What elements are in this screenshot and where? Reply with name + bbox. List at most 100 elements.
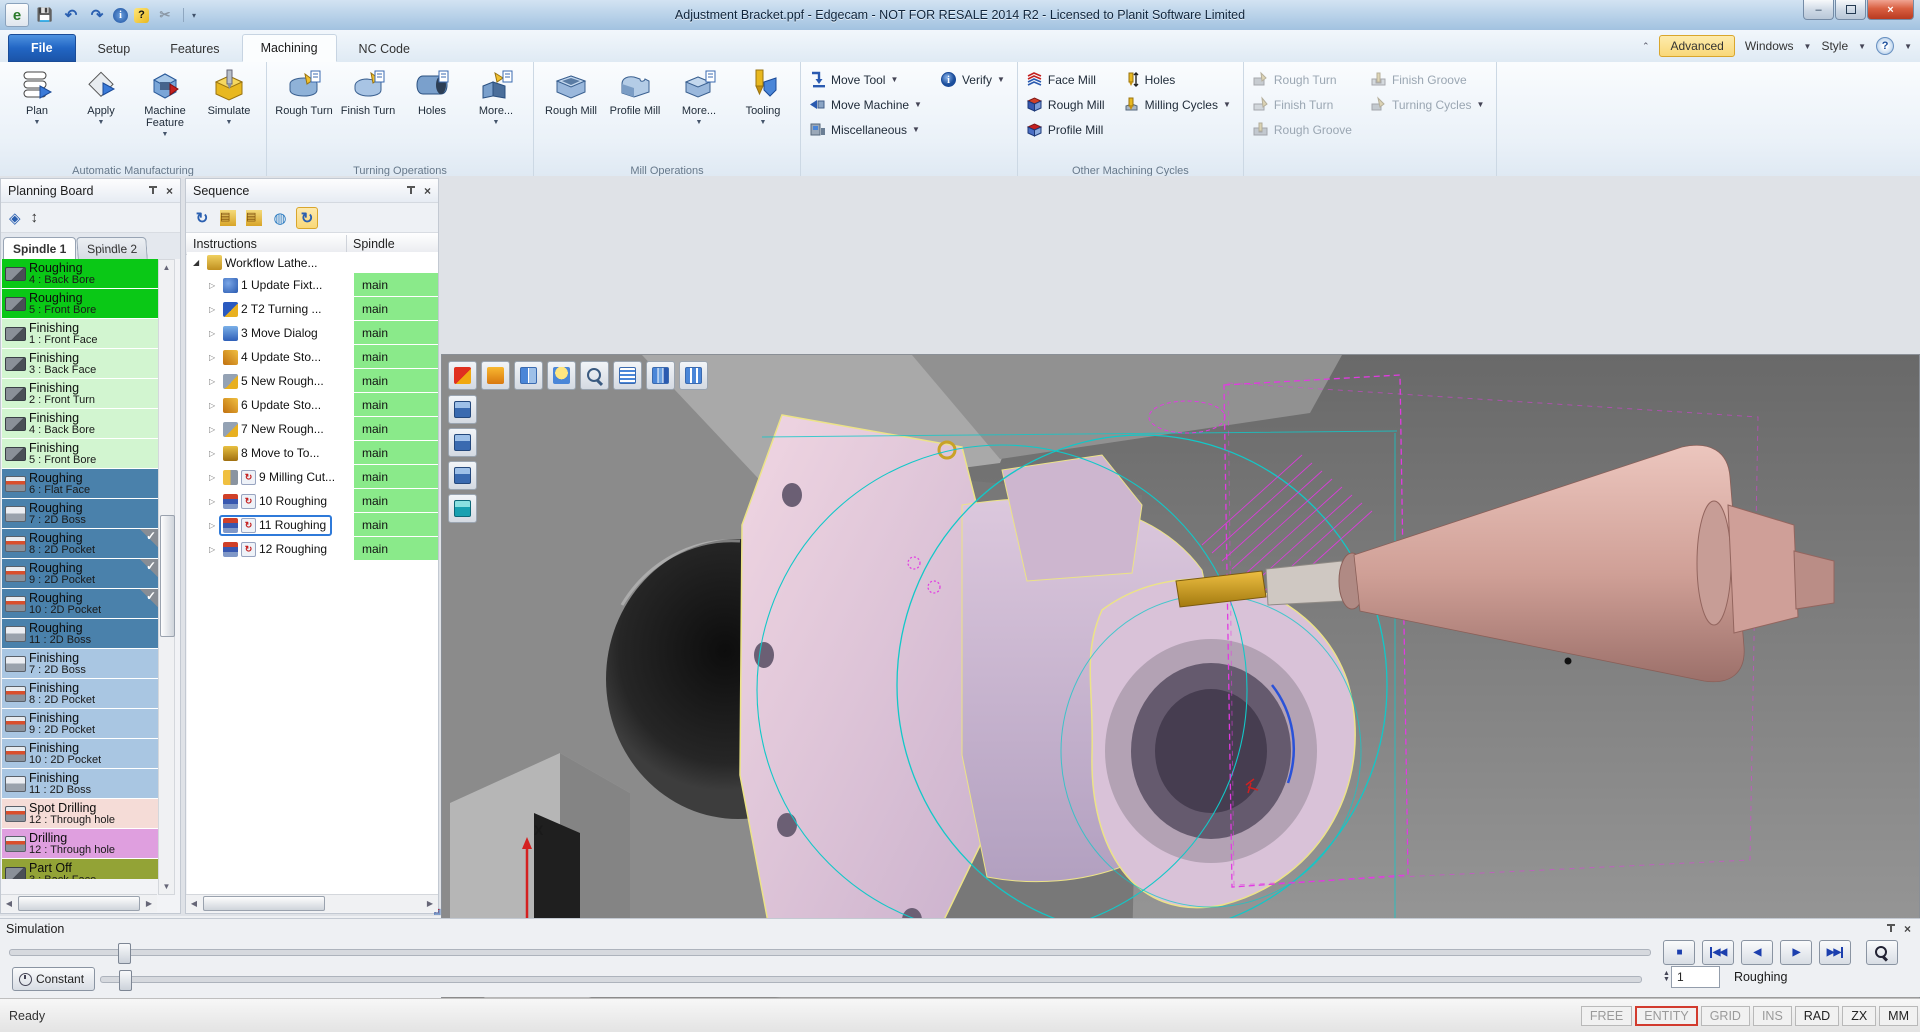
operation-item[interactable]: Finishing 10 : 2D Pocket ✓ <box>2 739 158 768</box>
close-panel-icon[interactable]: × <box>1901 922 1914 936</box>
speed-slider[interactable] <box>100 976 1642 983</box>
tab-nc-code[interactable]: NC Code <box>341 36 428 62</box>
expand-arrow-icon[interactable] <box>209 377 221 386</box>
edgecam-logo-icon[interactable]: e <box>5 3 29 27</box>
operation-item[interactable]: Roughing 8 : 2D Pocket ✓ <box>2 529 158 558</box>
render-mode-button[interactable] <box>547 361 576 390</box>
operation-item[interactable]: Finishing 11 : 2D Boss ✓ <box>2 769 158 798</box>
stepper-arrows[interactable]: ▲▼ <box>1663 971 1670 983</box>
planning-horizontal-scrollbar[interactable]: ◀ ▶ <box>1 894 157 912</box>
expand-arrow-icon[interactable] <box>209 497 221 506</box>
scroll-right-icon[interactable]: ▶ <box>141 899 157 908</box>
expand-arrow-icon[interactable] <box>193 258 205 267</box>
sequence-instruction-row[interactable]: ↻ 4 Update Sto... main <box>187 345 438 369</box>
advanced-mode-button[interactable]: Advanced <box>1659 35 1734 57</box>
sequence-instruction-row[interactable]: ↻ 5 New Rough... main <box>187 369 438 393</box>
operation-item[interactable]: Roughing 6 : Flat Face ✓ <box>2 469 158 498</box>
verify-button[interactable]: i Verify▼ <box>938 67 1011 92</box>
help-menu-arrow[interactable]: ▼ <box>1904 42 1912 51</box>
tab-features[interactable]: Features <box>152 36 237 62</box>
redo-button[interactable]: ↷ <box>87 5 107 25</box>
expand-arrow-icon[interactable] <box>209 473 221 482</box>
windows-menu-arrow[interactable]: ▼ <box>1804 42 1812 51</box>
about-button[interactable]: i <box>113 8 128 23</box>
scrollbar-thumb[interactable] <box>18 896 140 911</box>
tooling-button[interactable]: Tooling▼ <box>732 65 794 178</box>
pin-icon[interactable] <box>148 185 159 197</box>
more-turning-button[interactable]: More...▼ <box>465 65 527 178</box>
operation-item[interactable]: Finishing 9 : 2D Pocket ✓ <box>2 709 158 738</box>
machine-display-button[interactable] <box>448 461 477 490</box>
machine-simulation-button[interactable] <box>448 361 477 390</box>
sequence-instruction-row[interactable]: ↻ 11 Roughing main <box>187 513 438 537</box>
style-menu-arrow[interactable]: ▼ <box>1858 42 1866 51</box>
operation-item[interactable]: Roughing 7 : 2D Boss ✓ <box>2 499 158 528</box>
spindle-column-header[interactable]: Spindle <box>353 237 395 251</box>
finish-groove-button[interactable]: Finish Groove <box>1368 67 1491 92</box>
status-flag-toggle[interactable]: FREE <box>1581 1006 1632 1026</box>
simulate-button[interactable]: Simulate▼ <box>198 65 260 178</box>
expand-arrow-icon[interactable] <box>209 401 221 410</box>
pin-icon[interactable] <box>1886 923 1897 935</box>
status-flag-toggle[interactable]: GRID <box>1701 1006 1750 1026</box>
play-button[interactable]: ▶ <box>1780 940 1812 965</box>
operation-item[interactable]: Spot Drilling 12 : Through hole ✓ <box>2 799 158 828</box>
collapse-ribbon-button[interactable]: ⌃ <box>1642 41 1650 52</box>
sequence-instruction-row[interactable]: ↻ 12 Roughing main <box>187 537 438 561</box>
operation-item[interactable]: Roughing 11 : 2D Boss ✓ <box>2 619 158 648</box>
operation-item[interactable]: Finishing 3 : Back Face ✓ <box>2 349 158 378</box>
speed-slider-handle[interactable] <box>119 970 132 991</box>
expand-arrow-icon[interactable] <box>209 281 221 290</box>
move-machine-button[interactable]: Move Machine▼ <box>807 92 928 117</box>
holes-turning-button[interactable]: Holes <box>401 65 463 178</box>
sequence-horizontal-scrollbar[interactable]: ◀ ▶ <box>186 894 438 912</box>
expand-arrow-icon[interactable] <box>209 353 221 362</box>
move-tool-button[interactable]: Move Tool▼ <box>807 67 928 92</box>
scroll-up-icon[interactable]: ▲ <box>159 260 174 275</box>
measure-button[interactable] <box>481 361 510 390</box>
machine-browser-icon[interactable]: ◍ <box>270 208 290 228</box>
progress-slider-handle[interactable] <box>118 943 131 964</box>
auto-update-toggle-icon[interactable]: ↻ <box>296 207 318 229</box>
zoom-window-button[interactable] <box>580 361 609 390</box>
sequence-instruction-row[interactable]: ↻ Workflow Lathe... <box>187 252 438 273</box>
skip-to-start-button[interactable]: ◀◀ <box>1702 940 1734 965</box>
operation-item[interactable]: Finishing 7 : 2D Boss ✓ <box>2 649 158 678</box>
operation-number-field[interactable]: 1 <box>1671 966 1720 988</box>
stop-button[interactable]: ■ <box>1663 940 1695 965</box>
status-flag-toggle[interactable]: ENTITY <box>1635 1006 1697 1026</box>
restore-button[interactable] <box>1835 0 1866 20</box>
operation-item[interactable]: Roughing 4 : Back Bore ✓ <box>2 259 158 288</box>
scrollbar-thumb[interactable] <box>203 896 325 911</box>
minimize-button[interactable]: – <box>1803 0 1834 20</box>
status-flag-toggle[interactable]: RAD <box>1795 1006 1839 1026</box>
operation-item[interactable]: Finishing 4 : Back Bore ✓ <box>2 409 158 438</box>
sequence-list-icon[interactable]: ▤▤ <box>244 208 264 228</box>
fixture-display-button[interactable] <box>448 428 477 457</box>
operation-item[interactable]: Finishing 5 : Front Bore ✓ <box>2 439 158 468</box>
more-mill-button[interactable]: More...▼ <box>668 65 730 178</box>
help-button[interactable]: ? <box>134 8 149 23</box>
scrollbar-thumb[interactable] <box>160 515 175 637</box>
sequence-instruction-row[interactable]: ↻ 3 Move Dialog main <box>187 321 438 345</box>
close-button[interactable]: × <box>1867 0 1914 20</box>
expand-arrow-icon[interactable] <box>209 521 221 530</box>
holes-cycle-button[interactable]: Holes <box>1121 67 1237 92</box>
tab-file[interactable]: File <box>8 34 76 62</box>
operation-item[interactable]: Roughing 10 : 2D Pocket ✓ <box>2 589 158 618</box>
undo-button[interactable]: ↶ <box>61 5 81 25</box>
status-flag-toggle[interactable]: MM <box>1879 1006 1918 1026</box>
instructions-column-header[interactable]: Instructions <box>186 237 257 251</box>
operation-item[interactable]: Finishing 8 : 2D Pocket ✓ <box>2 679 158 708</box>
sequence-instruction-row[interactable]: ↻ 1 Update Fixt... main <box>187 273 438 297</box>
expand-arrow-icon[interactable] <box>209 305 221 314</box>
sequence-instruction-row[interactable]: ↻ 9 Milling Cut... main <box>187 465 438 489</box>
apply-button[interactable]: Apply▼ <box>70 65 132 178</box>
expand-arrow-icon[interactable] <box>209 545 221 554</box>
save-button[interactable]: 💾 <box>35 5 55 25</box>
tab-spindle-1[interactable]: Spindle 1 <box>3 237 76 259</box>
operation-item[interactable]: Part Off 3 : Back Face ✓ <box>2 859 158 879</box>
close-panel-icon[interactable]: × <box>163 184 176 198</box>
simulation-progress-slider[interactable] <box>9 949 1651 956</box>
operation-item[interactable]: Finishing 1 : Front Face ✓ <box>2 319 158 348</box>
